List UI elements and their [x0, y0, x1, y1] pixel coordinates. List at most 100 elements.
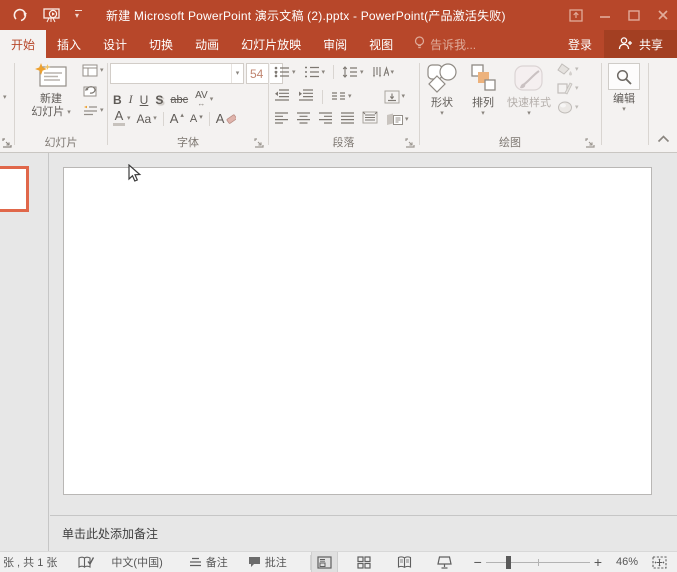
zoom-out-button[interactable]: −: [474, 554, 482, 570]
section-button[interactable]: ▾: [82, 104, 104, 117]
slideshow-from-start-icon[interactable]: [43, 8, 60, 23]
quick-styles-button[interactable]: 快速样式 ▾: [507, 63, 551, 117]
tell-me-box[interactable]: 告诉我...: [404, 30, 486, 58]
sign-in-button[interactable]: 登录: [556, 30, 604, 58]
align-text-button[interactable]: ▾: [384, 90, 406, 104]
new-slide-button[interactable]: 新建 幻灯片▾: [22, 63, 80, 119]
arrange-button[interactable]: 排列 ▾: [469, 63, 497, 117]
tab-transitions[interactable]: 切换: [138, 30, 184, 58]
font-size-combo[interactable]: 54: [246, 63, 268, 84]
shape-effects-icon: [557, 101, 573, 114]
paste-caret[interactable]: ▾: [3, 94, 7, 101]
group-slides: 新建 幻灯片▾ ▾ ▾ 幻灯片: [14, 58, 108, 152]
text-shadow-button[interactable]: S: [155, 93, 163, 107]
zoom-slider[interactable]: [486, 552, 590, 572]
align-center-button[interactable]: [296, 112, 311, 127]
ribbon-display-options-icon[interactable]: [561, 0, 590, 30]
align-left-button[interactable]: [274, 112, 289, 127]
increase-indent-button[interactable]: [298, 89, 314, 104]
quick-access-toolbar: ▾: [13, 8, 82, 23]
change-case-button[interactable]: Aa ▾: [137, 112, 157, 126]
strikethrough-button[interactable]: abc: [170, 94, 188, 106]
shape-outline-icon: [557, 82, 573, 95]
bold-button[interactable]: B: [113, 93, 122, 107]
paragraph-dialog-launcher-icon[interactable]: [405, 138, 415, 148]
clear-formatting-button[interactable]: A: [216, 111, 237, 126]
shape-fill-button[interactable]: ▾: [557, 63, 579, 76]
distribute-button[interactable]: [362, 111, 378, 127]
tell-me-label: 告诉我...: [430, 36, 476, 53]
group-editing: 编辑 ▾: [601, 58, 648, 152]
italic-button[interactable]: I: [129, 92, 133, 107]
comments-toggle[interactable]: 批注: [248, 554, 287, 570]
character-spacing-button[interactable]: AV ↔ ▾: [195, 91, 213, 108]
shapes-button[interactable]: 形状 ▾: [425, 63, 459, 117]
slide-number-indicator[interactable]: 张 , 共 1 张: [3, 554, 57, 570]
shape-outline-button[interactable]: ▾: [557, 82, 579, 95]
zoom-slider-thumb[interactable]: [506, 556, 511, 569]
slide-thumbnail-panel[interactable]: [0, 153, 49, 551]
notes-icon: [189, 557, 202, 568]
view-reading-button[interactable]: [391, 552, 418, 572]
slide-thumbnail-1[interactable]: [0, 166, 29, 212]
shape-effects-button[interactable]: ▾: [557, 101, 579, 114]
share-button[interactable]: 共享: [604, 30, 677, 58]
layout-button[interactable]: ▾: [82, 64, 104, 77]
convert-smartart-button[interactable]: ▾: [385, 113, 409, 126]
decrease-indent-button[interactable]: [274, 89, 290, 104]
tab-slideshow[interactable]: 幻灯片放映: [230, 30, 312, 58]
line-spacing-button[interactable]: ▾: [342, 66, 364, 78]
font-name-combo[interactable]: ▾: [110, 63, 244, 84]
collapse-ribbon-icon[interactable]: [657, 134, 670, 146]
underline-button[interactable]: U: [140, 93, 149, 107]
notes-placeholder[interactable]: 单击此处添加备注: [62, 525, 677, 542]
editing-label: 编辑: [613, 93, 635, 106]
bullets-button[interactable]: ▾: [274, 66, 296, 78]
font-color-button[interactable]: A ▾: [113, 111, 131, 126]
tab-home[interactable]: 开始: [0, 30, 46, 58]
reset-button[interactable]: [82, 84, 104, 97]
tab-review[interactable]: 审阅: [312, 30, 358, 58]
tab-animations[interactable]: 动画: [184, 30, 230, 58]
view-normal-button[interactable]: [311, 552, 338, 572]
tab-design[interactable]: 设计: [92, 30, 138, 58]
grow-font-button[interactable]: A▴: [170, 111, 184, 126]
font-size-value: 54: [247, 67, 268, 81]
view-slideshow-button[interactable]: [431, 552, 458, 572]
font-name-caret[interactable]: ▾: [231, 64, 243, 83]
quick-styles-icon: [509, 63, 549, 97]
drawing-dialog-launcher-icon[interactable]: [585, 138, 595, 148]
arrange-icon: [469, 63, 497, 97]
close-icon[interactable]: [648, 0, 677, 30]
text-direction-button[interactable]: ▾: [372, 66, 395, 78]
zoom-in-button[interactable]: +: [594, 554, 602, 570]
group-label-paragraph: 段落: [268, 134, 419, 150]
language-indicator[interactable]: 中文(中国): [111, 554, 162, 570]
clipboard-dialog-launcher-icon[interactable]: [2, 138, 12, 148]
redo-icon[interactable]: [13, 8, 28, 22]
zoom-level[interactable]: 46%: [606, 556, 638, 568]
new-slide-label-line2: 幻灯片: [31, 106, 64, 119]
minimize-icon[interactable]: [590, 0, 619, 30]
align-right-button[interactable]: [318, 112, 333, 127]
customize-qat-caret[interactable]: ▾: [75, 10, 82, 20]
justify-button[interactable]: [340, 112, 355, 127]
view-slide-sorter-button[interactable]: [351, 552, 378, 572]
columns-button[interactable]: ▾: [331, 91, 352, 103]
notes-pane[interactable]: 单击此处添加备注: [50, 515, 677, 551]
group-label-drawing: 绘图: [419, 134, 601, 150]
notes-toggle[interactable]: 备注: [189, 554, 228, 570]
group-font: ▾ 54 ▾ B I U S abc AV ↔ ▾: [108, 58, 268, 152]
spellcheck-icon[interactable]: [77, 556, 94, 569]
editing-button[interactable]: 编辑 ▾: [608, 63, 640, 113]
tab-insert[interactable]: 插入: [46, 30, 92, 58]
font-dialog-launcher-icon[interactable]: [254, 138, 264, 148]
maximize-icon[interactable]: [619, 0, 648, 30]
shrink-font-button[interactable]: A▾: [190, 113, 203, 125]
numbering-button[interactable]: ▾: [304, 66, 326, 78]
tab-view[interactable]: 视图: [358, 30, 404, 58]
slide-edit-area: [50, 153, 677, 515]
status-bar: 张 , 共 1 张 中文(中国) 备注 批注: [0, 551, 677, 572]
fit-to-window-icon[interactable]: [646, 552, 673, 572]
slide-canvas[interactable]: [63, 167, 652, 495]
